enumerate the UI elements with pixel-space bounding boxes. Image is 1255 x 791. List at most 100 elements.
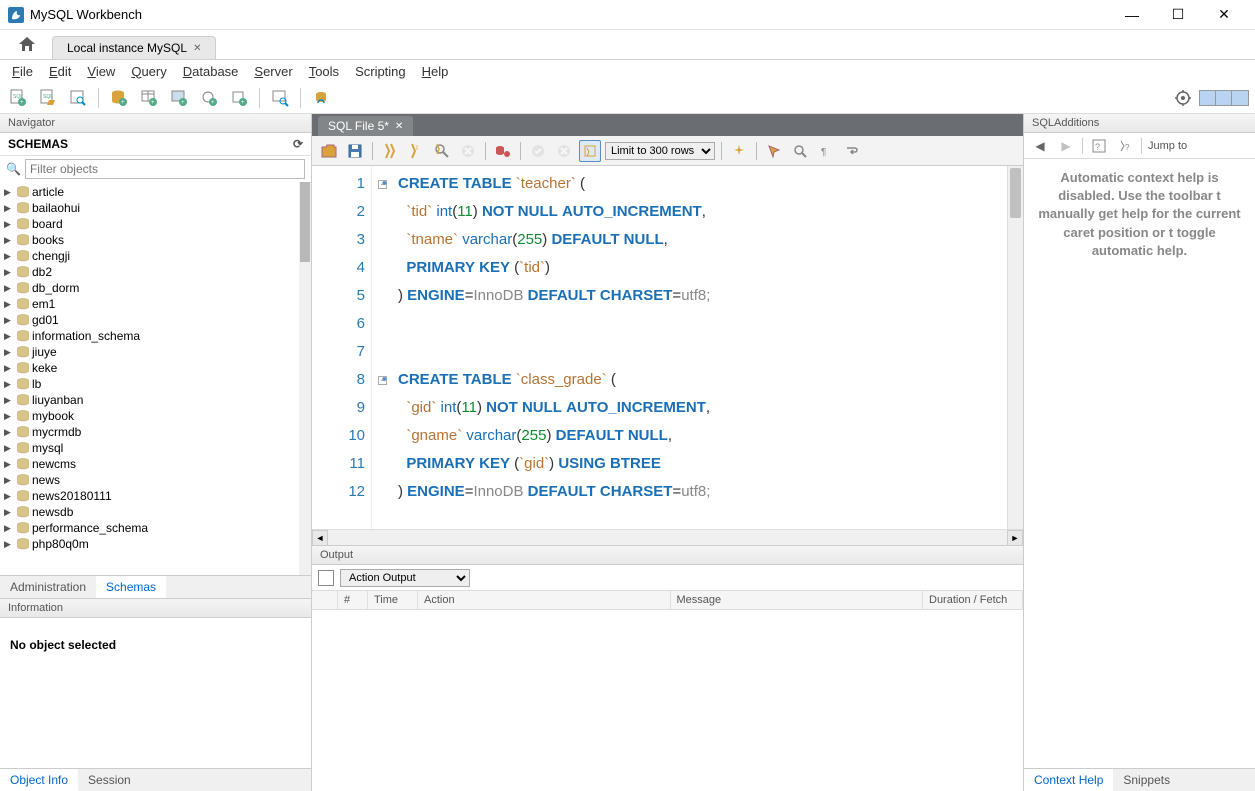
toggle-left-panel[interactable] [1200, 91, 1216, 105]
explain-icon[interactable] [431, 140, 453, 162]
schema-item[interactable]: ▶mycrmdb [4, 424, 307, 440]
tab-snippets[interactable]: Snippets [1113, 769, 1180, 791]
editor-vscrollbar[interactable] [1007, 166, 1023, 529]
fold-column[interactable]: -- [372, 166, 392, 529]
schema-item[interactable]: ▶db_dorm [4, 280, 307, 296]
sql-editor[interactable]: 1•2345678•9101112 -- CREATE TABLE `teach… [312, 166, 1023, 529]
menu-edit[interactable]: Edit [43, 62, 77, 81]
panel-toggles[interactable] [1199, 90, 1249, 106]
col-message[interactable]: Message [671, 591, 924, 609]
expand-arrow-icon[interactable]: ▶ [4, 459, 14, 470]
expand-arrow-icon[interactable]: ▶ [4, 411, 14, 422]
tab-administration[interactable]: Administration [0, 576, 96, 598]
output-select[interactable]: Action Output [340, 569, 470, 587]
limit-select[interactable]: Limit to 300 rows [605, 142, 715, 160]
expand-arrow-icon[interactable]: ▶ [4, 299, 14, 310]
tab-object-info[interactable]: Object Info [0, 769, 78, 791]
menu-tools[interactable]: Tools [303, 62, 345, 81]
schema-item[interactable]: ▶newcms [4, 456, 307, 472]
toggle-bottom-panel[interactable] [1216, 91, 1232, 105]
stop-icon[interactable] [457, 140, 479, 162]
refresh-icon[interactable]: ⟳ [293, 137, 303, 151]
new-sql-icon[interactable]: SQL+ [6, 86, 30, 110]
home-icon[interactable] [8, 32, 46, 59]
expand-arrow-icon[interactable]: ▶ [4, 379, 14, 390]
expand-arrow-icon[interactable]: ▶ [4, 523, 14, 534]
close-file-icon[interactable]: ✕ [395, 121, 403, 132]
expand-arrow-icon[interactable]: ▶ [4, 283, 14, 294]
expand-arrow-icon[interactable]: ▶ [4, 267, 14, 278]
code-area[interactable]: CREATE TABLE `teacher` ( `tid` int(11) N… [392, 166, 1023, 529]
expand-arrow-icon[interactable]: ▶ [4, 427, 14, 438]
schema-item[interactable]: ▶db2 [4, 264, 307, 280]
schema-item[interactable]: ▶books [4, 232, 307, 248]
expand-arrow-icon[interactable]: ▶ [4, 507, 14, 518]
beautify-icon[interactable] [728, 140, 750, 162]
schema-item[interactable]: ▶chengji [4, 248, 307, 264]
menu-database[interactable]: Database [177, 62, 245, 81]
add-schema-icon[interactable]: + [107, 86, 131, 110]
schema-item[interactable]: ▶article [4, 184, 307, 200]
search-text-icon[interactable] [789, 140, 811, 162]
add-func-icon[interactable]: + [227, 86, 251, 110]
expand-arrow-icon[interactable]: ▶ [4, 363, 14, 374]
schema-item[interactable]: ▶newsdb [4, 504, 307, 520]
expand-arrow-icon[interactable]: ▶ [4, 395, 14, 406]
col-action[interactable]: Action [418, 591, 671, 609]
schema-item[interactable]: ▶mysql [4, 440, 307, 456]
schema-item[interactable]: ▶news20180111 [4, 488, 307, 504]
editor-hscrollbar[interactable]: ◄ ► [312, 529, 1023, 545]
add-proc-icon[interactable]: + [197, 86, 221, 110]
close-tab-icon[interactable]: ✕ [193, 43, 201, 54]
close-button[interactable]: ✕ [1201, 0, 1247, 30]
schema-item[interactable]: ▶em1 [4, 296, 307, 312]
menu-server[interactable]: Server [248, 62, 298, 81]
execute-icon[interactable] [379, 140, 401, 162]
col-time[interactable]: Time [368, 591, 418, 609]
output-mode-icon[interactable] [318, 570, 334, 586]
expand-arrow-icon[interactable]: ▶ [4, 315, 14, 326]
add-view-icon[interactable]: + [167, 86, 191, 110]
auto-help-icon[interactable]: ? [1115, 136, 1135, 156]
schema-item[interactable]: ▶board [4, 216, 307, 232]
expand-arrow-icon[interactable]: ▶ [4, 235, 14, 246]
tab-schemas[interactable]: Schemas [96, 576, 166, 598]
expand-arrow-icon[interactable]: ▶ [4, 491, 14, 502]
maximize-button[interactable]: ☐ [1155, 0, 1201, 30]
tab-session[interactable]: Session [78, 769, 141, 791]
jump-to-label[interactable]: Jump to [1148, 140, 1187, 152]
toggle-limit-icon[interactable] [579, 140, 601, 162]
connection-tab[interactable]: Local instance MySQL ✕ [52, 36, 216, 59]
schema-tree[interactable]: ▶article▶bailaohui▶board▶books▶chengji▶d… [0, 182, 311, 575]
schema-item[interactable]: ▶gd01 [4, 312, 307, 328]
sql-file-tab[interactable]: SQL File 5* ✕ [318, 116, 413, 136]
execute-current-icon[interactable]: I [405, 140, 427, 162]
scroll-left-icon[interactable]: ◄ [312, 530, 328, 546]
help-icon[interactable]: ? [1089, 136, 1109, 156]
inspector-icon[interactable] [66, 86, 90, 110]
expand-arrow-icon[interactable]: ▶ [4, 203, 14, 214]
schema-item[interactable]: ▶keke [4, 360, 307, 376]
expand-arrow-icon[interactable]: ▶ [4, 475, 14, 486]
filter-input[interactable] [25, 159, 305, 179]
open-sql-icon[interactable]: SQL [36, 86, 60, 110]
toggle-right-panel[interactable] [1232, 91, 1248, 105]
expand-arrow-icon[interactable]: ▶ [4, 187, 14, 198]
add-table-icon[interactable]: + [137, 86, 161, 110]
col-duration[interactable]: Duration / Fetch [923, 591, 1023, 609]
expand-arrow-icon[interactable]: ▶ [4, 347, 14, 358]
menu-help[interactable]: Help [416, 62, 455, 81]
commit-icon[interactable] [527, 140, 549, 162]
schema-item[interactable]: ▶lb [4, 376, 307, 392]
open-file-icon[interactable] [318, 140, 340, 162]
search-table-icon[interactable] [268, 86, 292, 110]
settings-icon[interactable] [1171, 86, 1195, 110]
rollback-icon[interactable] [553, 140, 575, 162]
expand-arrow-icon[interactable]: ▶ [4, 443, 14, 454]
expand-arrow-icon[interactable]: ▶ [4, 331, 14, 342]
menu-file[interactable]: File [6, 62, 39, 81]
forward-icon[interactable]: ▶ [1056, 136, 1076, 156]
expand-arrow-icon[interactable]: ▶ [4, 251, 14, 262]
expand-arrow-icon[interactable]: ▶ [4, 539, 14, 550]
schema-item[interactable]: ▶liuyanban [4, 392, 307, 408]
